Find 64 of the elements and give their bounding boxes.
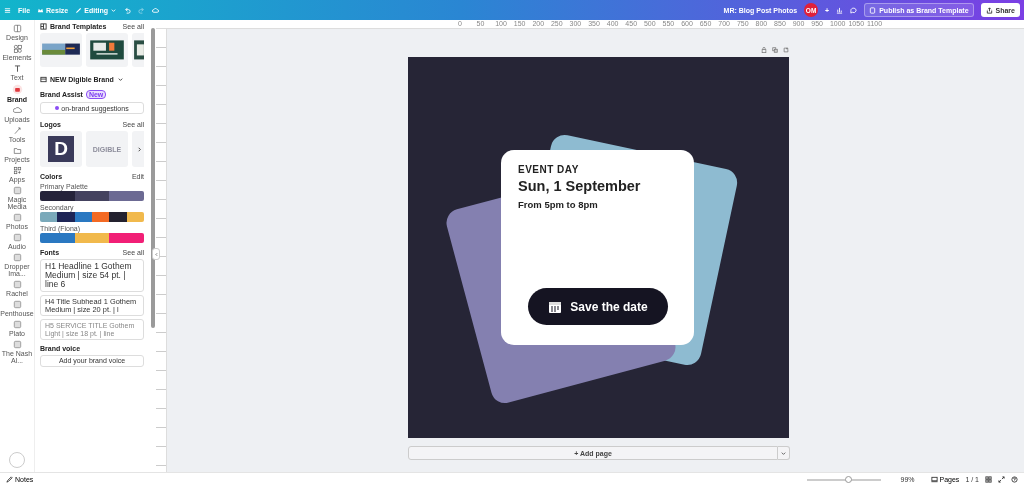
add-page-icon[interactable] bbox=[783, 47, 789, 53]
color-swatch[interactable] bbox=[40, 212, 58, 222]
brand-icon bbox=[11, 84, 23, 95]
caret-icon bbox=[109, 6, 117, 14]
square-icon bbox=[12, 253, 22, 262]
redo-icon[interactable] bbox=[137, 6, 145, 14]
template-icon bbox=[40, 23, 47, 30]
zoom-slider[interactable] bbox=[806, 478, 881, 481]
event-time: From 5pm to 8pm bbox=[518, 199, 599, 210]
logo-mark: D bbox=[48, 136, 74, 162]
duplicate-icon[interactable] bbox=[772, 47, 778, 53]
square-icon bbox=[12, 300, 22, 309]
font-style-card[interactable]: H1 Headline 1 Gothem Medium | size 54 pt. | line 6 bbox=[40, 259, 144, 292]
caret-icon[interactable] bbox=[116, 76, 124, 83]
color-swatch[interactable] bbox=[126, 212, 144, 222]
pencil-icon bbox=[75, 6, 83, 14]
event-label: EVENT DAY bbox=[518, 164, 580, 175]
pencil-icon bbox=[6, 476, 13, 483]
logo-tile[interactable]: D bbox=[40, 131, 82, 167]
undo-icon[interactable] bbox=[123, 6, 131, 14]
assistant-icon[interactable] bbox=[9, 452, 25, 468]
folder-icon bbox=[12, 146, 22, 155]
calendar-icon bbox=[548, 299, 563, 314]
color-swatch[interactable] bbox=[74, 191, 110, 201]
pen-icon bbox=[12, 126, 22, 135]
cloud-icon bbox=[12, 106, 22, 115]
color-swatch[interactable] bbox=[109, 212, 127, 222]
color-swatch[interactable] bbox=[74, 233, 110, 243]
laptop-icon bbox=[930, 476, 938, 483]
template-icon bbox=[869, 6, 877, 14]
text-icon bbox=[12, 64, 22, 73]
color-swatch[interactable] bbox=[109, 233, 144, 243]
grid-icon[interactable] bbox=[985, 476, 992, 483]
apps-icon bbox=[12, 166, 22, 175]
fullscreen-icon[interactable] bbox=[998, 476, 1005, 483]
collapse-handle[interactable] bbox=[152, 248, 160, 260]
cloud-icon[interactable] bbox=[151, 6, 159, 14]
shapes-icon bbox=[12, 44, 22, 53]
menu-icon[interactable] bbox=[4, 6, 11, 14]
caret-icon bbox=[780, 449, 787, 457]
color-swatch[interactable] bbox=[57, 212, 75, 222]
share-icon bbox=[985, 6, 993, 14]
kit-icon bbox=[40, 76, 47, 83]
square-icon bbox=[12, 213, 22, 222]
caret-button[interactable] bbox=[778, 446, 790, 460]
slider-thumb[interactable] bbox=[845, 475, 853, 483]
comment-icon[interactable] bbox=[850, 6, 858, 14]
color-swatch[interactable] bbox=[40, 233, 75, 243]
color-swatch[interactable] bbox=[109, 191, 144, 201]
color-swatch[interactable] bbox=[40, 191, 75, 201]
square-icon bbox=[12, 340, 22, 349]
chart-icon[interactable] bbox=[836, 6, 844, 14]
layout-icon bbox=[12, 24, 22, 33]
crown-icon bbox=[37, 6, 45, 14]
square-icon bbox=[12, 320, 22, 329]
color-swatch[interactable] bbox=[74, 212, 92, 222]
scrollbar[interactable] bbox=[149, 20, 156, 472]
lock-icon[interactable] bbox=[761, 47, 767, 53]
event-date: Sun, 1 September bbox=[518, 178, 642, 194]
square-icon bbox=[12, 186, 22, 195]
square-icon bbox=[12, 233, 22, 242]
square-icon bbox=[12, 280, 22, 289]
color-swatch[interactable] bbox=[92, 212, 110, 222]
save-date-button[interactable]: Save the date bbox=[528, 288, 668, 325]
